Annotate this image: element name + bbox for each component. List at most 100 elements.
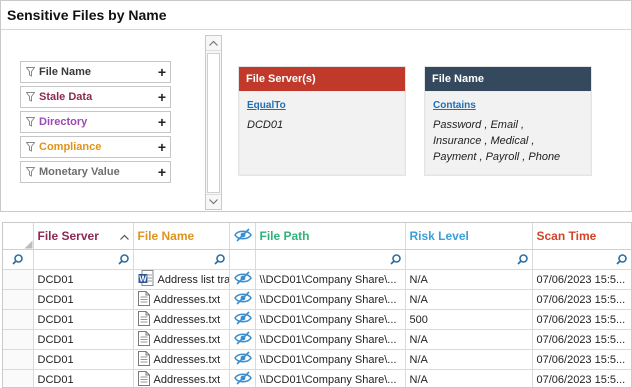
grid-body: DCD01 W Address list tra... \\DCD01\Company…	[3, 269, 631, 388]
text-file-icon	[137, 310, 150, 329]
file-name-text: Addresses.txt	[153, 353, 221, 366]
row-selector[interactable]	[3, 349, 34, 370]
filter-cell-file-path[interactable]	[255, 249, 406, 270]
hidden-eye-icon[interactable]	[233, 291, 252, 308]
card-value-line: Password , Email ,	[433, 119, 525, 131]
cell-visibility[interactable]	[229, 289, 256, 310]
table-row[interactable]: DCD01 Addresses.txt \\DCD01\Company Share\…	[3, 369, 631, 388]
row-selector[interactable]	[3, 309, 34, 330]
add-filter-icon[interactable]: +	[154, 136, 170, 158]
hidden-eye-icon[interactable]	[233, 371, 252, 387]
row-selector[interactable]	[3, 329, 34, 350]
scroll-thumb[interactable]	[207, 53, 220, 193]
cell-risk-level: N/A	[405, 349, 533, 370]
cell-risk-level: N/A	[405, 269, 533, 290]
search-icon	[12, 254, 24, 265]
filter-item-file-name[interactable]: File Name +	[20, 61, 171, 83]
column-header-scan-time[interactable]: Scan Time	[532, 223, 631, 250]
cell-file-path: \\DCD01\Company Share\...	[255, 289, 406, 310]
cell-file-server: DCD01	[33, 309, 134, 330]
add-filter-icon[interactable]: +	[154, 161, 170, 183]
column-header-file-server[interactable]: File Server	[33, 223, 134, 250]
cell-visibility[interactable]	[229, 309, 256, 330]
filter-scrollbar[interactable]	[205, 35, 222, 210]
filter-list: File Name + Stale Data + Directory + Com…	[20, 61, 171, 186]
hidden-eye-icon[interactable]	[233, 351, 252, 368]
filter-label: Stale Data	[39, 91, 93, 103]
filter-card-file-server[interactable]: File Server(s) EqualTo DCD01	[239, 67, 405, 175]
funnel-icon	[21, 86, 39, 108]
filter-cell-visibility	[229, 249, 256, 270]
cell-file-server: DCD01	[33, 349, 134, 370]
card-operator-link[interactable]: EqualTo	[247, 100, 397, 111]
sort-ascending-icon[interactable]	[119, 229, 129, 243]
cell-risk-level: 500	[405, 309, 533, 330]
card-operator-link[interactable]: Contains	[433, 100, 583, 111]
cell-file-name: W Address list tra...	[133, 269, 230, 290]
column-header-file-name[interactable]: File Name	[133, 223, 230, 250]
cell-risk-level: N/A	[405, 329, 533, 350]
cell-file-path: \\DCD01\Company Share\...	[255, 309, 406, 330]
cell-visibility[interactable]	[229, 369, 256, 387]
column-header-label: File Server	[37, 229, 99, 243]
cell-file-name: Addresses.txt	[133, 309, 230, 330]
file-name-text: Addresses.txt	[153, 373, 221, 386]
scroll-up-icon[interactable]	[206, 36, 221, 51]
filter-cell-file-name[interactable]	[133, 249, 230, 270]
table-row[interactable]: DCD01 Addresses.txt \\DCD01\Company Share\…	[3, 349, 631, 370]
search-icon	[615, 254, 627, 265]
grid-filter-row	[3, 249, 631, 270]
cell-file-server: DCD01	[33, 329, 134, 350]
file-name-text: Addresses.txt	[153, 313, 221, 326]
hidden-eye-icon[interactable]	[233, 227, 252, 245]
row-selector[interactable]	[3, 289, 34, 310]
sensitive-files-panel: Sensitive Files by Name File Name + Stal…	[0, 0, 632, 212]
card-values: Password , Email , Insurance , Medical ,…	[433, 117, 583, 165]
cell-file-name: Addresses.txt	[133, 289, 230, 310]
table-row[interactable]: DCD01 Addresses.txt \\DCD01\Company Share\…	[3, 289, 631, 310]
cell-visibility[interactable]	[229, 329, 256, 350]
hidden-eye-icon[interactable]	[233, 311, 252, 328]
cell-scan-time: 07/06/2023 15:5...	[532, 329, 631, 350]
add-filter-icon[interactable]: +	[154, 111, 170, 133]
funnel-icon	[21, 161, 39, 183]
row-selector[interactable]	[3, 269, 34, 290]
filter-cell-risk-level[interactable]	[405, 249, 533, 270]
filter-item-stale-data[interactable]: Stale Data +	[20, 86, 171, 108]
cell-file-name: Addresses.txt	[133, 369, 230, 388]
scroll-down-icon[interactable]	[206, 194, 221, 209]
card-body: EqualTo DCD01	[239, 91, 405, 175]
cell-file-path: \\DCD01\Company Share\...	[255, 369, 406, 387]
filter-cell-file-server[interactable]	[33, 249, 134, 270]
text-file-icon	[137, 370, 150, 388]
filter-item-directory[interactable]: Directory +	[20, 111, 171, 133]
results-grid: File Server File Name File Path Risk Lev…	[2, 222, 632, 388]
column-header-risk-level[interactable]: Risk Level	[405, 223, 533, 250]
cell-file-path: \\DCD01\Company Share\...	[255, 329, 406, 350]
hidden-eye-icon[interactable]	[233, 331, 252, 348]
search-icon	[389, 254, 401, 265]
search-icon	[516, 254, 528, 265]
cell-scan-time: 07/06/2023 15:5...	[532, 309, 631, 330]
table-row[interactable]: DCD01 Addresses.txt \\DCD01\Company Share\…	[3, 309, 631, 330]
cell-file-server: DCD01	[33, 269, 134, 290]
add-filter-icon[interactable]: +	[154, 61, 170, 83]
table-row[interactable]: DCD01 Addresses.txt \\DCD01\Company Share\…	[3, 329, 631, 350]
file-name-text: Addresses.txt	[153, 293, 221, 306]
table-row[interactable]: DCD01 W Address list tra... \\DCD01\Company…	[3, 269, 631, 290]
filter-label: Directory	[39, 116, 88, 128]
filter-item-monetary-value[interactable]: Monetary Value +	[20, 161, 171, 183]
cell-visibility[interactable]	[229, 349, 256, 370]
column-header-file-path[interactable]: File Path	[255, 223, 406, 250]
filter-row-search[interactable]	[3, 249, 34, 270]
filter-cell-scan-time[interactable]	[532, 249, 631, 270]
add-filter-icon[interactable]: +	[154, 86, 170, 108]
filter-item-compliance[interactable]: Compliance +	[20, 136, 171, 158]
cell-visibility[interactable]	[229, 269, 256, 290]
column-header-visibility[interactable]	[229, 223, 256, 250]
cell-scan-time: 07/06/2023 15:5...	[532, 369, 631, 387]
hidden-eye-icon[interactable]	[233, 271, 252, 288]
filter-card-file-name[interactable]: File Name Contains Password , Email , In…	[425, 67, 591, 175]
cell-file-name: Addresses.txt	[133, 329, 230, 350]
row-selector[interactable]	[3, 369, 34, 387]
